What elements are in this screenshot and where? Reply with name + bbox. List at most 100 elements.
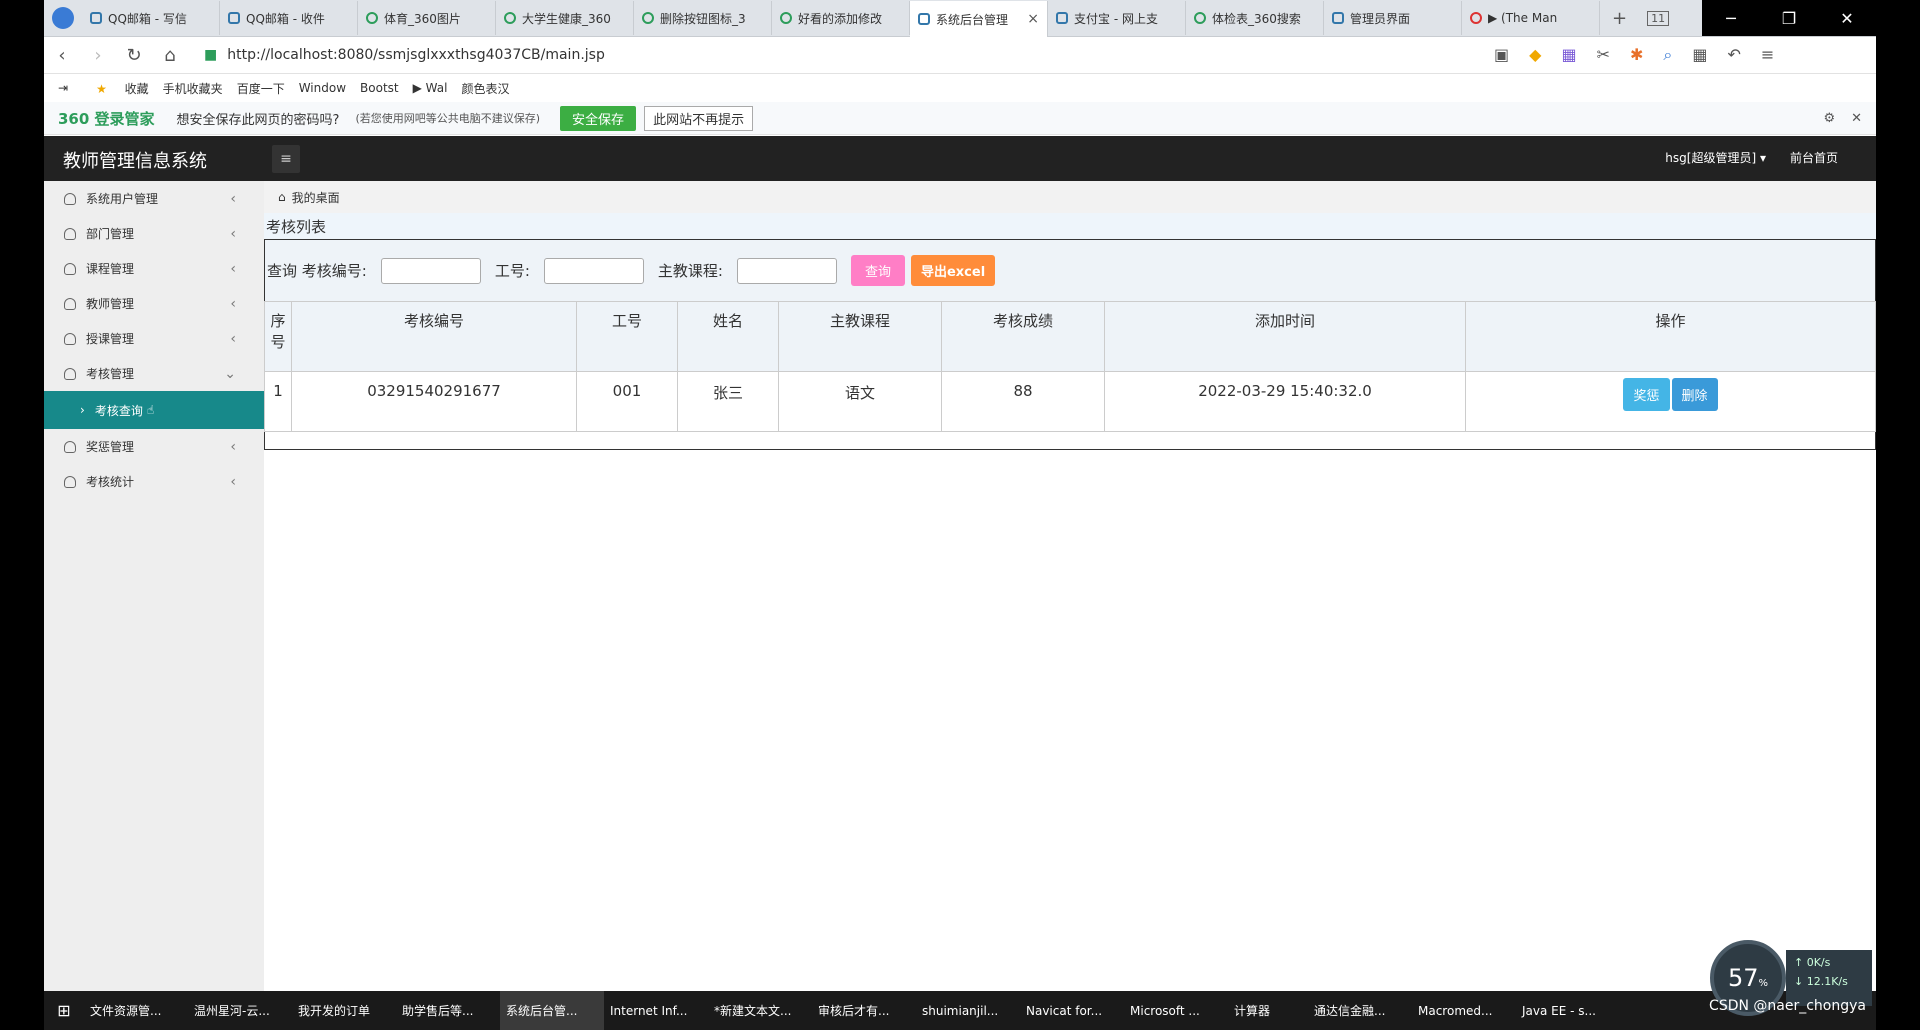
browser-tab-active[interactable]: 系统后台管理 × [910, 1, 1048, 37]
tab-favicon-icon [642, 12, 654, 24]
sidebar-item-departments[interactable]: 部门管理 ‹ [44, 216, 264, 251]
tab-close-icon[interactable]: × [1027, 11, 1039, 27]
reward-button[interactable]: 奖惩 [1623, 378, 1670, 411]
browser-tab[interactable]: 大学生健康_360 [496, 1, 634, 35]
user-icon [64, 297, 76, 310]
home-icon[interactable]: ⌂ [278, 190, 286, 204]
scissors-icon[interactable]: ✂ [1597, 45, 1610, 65]
translate-icon[interactable]: ▦ [1561, 45, 1576, 65]
taskbar-item[interactable]: Microsoft ... [1124, 991, 1228, 1030]
safe-save-button[interactable]: 安全保存 [560, 105, 637, 131]
browser-tab[interactable]: ▶ (The Man [1462, 1, 1600, 35]
taskbar-item[interactable]: Macromed... [1412, 991, 1516, 1030]
sidebar-toggle-button[interactable]: ≡ [272, 145, 300, 173]
browser-tab[interactable]: 管理员界面 [1324, 1, 1462, 35]
window-close-icon[interactable]: ✕ [1818, 0, 1876, 36]
user-menu[interactable]: hsg[超级管理员] ▾ [1665, 149, 1766, 166]
undo-icon[interactable]: ↶ [1727, 45, 1740, 65]
tab-favicon-icon [1194, 12, 1206, 24]
hand-cursor-icon: ☝ [146, 403, 155, 417]
browser-nav-icon[interactable] [52, 7, 74, 29]
user-icon [64, 227, 76, 240]
employee-id-input[interactable] [543, 257, 644, 284]
sidebar-subitem-assessment-query[interactable]: › 考核查询 ☝ [44, 391, 264, 429]
search-course-label: 主教课程: [657, 262, 723, 280]
taskbar-item[interactable]: 审核后才有... [812, 991, 916, 1030]
browser-tab[interactable]: 好看的添加修改 [772, 1, 910, 35]
delete-button[interactable]: 删除 [1671, 378, 1718, 411]
sidebar-item-rewards[interactable]: 奖惩管理 ‹ [44, 429, 264, 464]
taskbar-item[interactable]: *新建文本文... [708, 991, 812, 1030]
browser-tab[interactable]: 体检表_360搜索 [1186, 1, 1324, 35]
user-icon [64, 475, 76, 488]
bookmark-item[interactable]: 百度一下 [237, 80, 285, 97]
sidebar-item-teachers[interactable]: 教师管理 ‹ [44, 286, 264, 321]
taskbar-item[interactable]: 我开发的订单 [292, 991, 396, 1030]
browser-tab[interactable]: QQ邮箱 - 收件 [220, 1, 358, 35]
tab-count-badge[interactable]: 11 [1647, 10, 1670, 26]
bookmark-item[interactable]: ★ 收藏 [82, 80, 149, 97]
sidebar-item-assessment[interactable]: 考核管理 ⌄ [44, 356, 264, 391]
taskbar-item[interactable]: Navicat for... [1020, 991, 1124, 1030]
tab-favicon-icon [90, 12, 102, 24]
table-header-row: 序号 考核编号 工号 姓名 主教课程 考核成绩 添加时间 操作 [264, 301, 1876, 372]
taskbar-item-active[interactable]: 系统后台管... [500, 991, 604, 1030]
chevron-down-icon: ⌄ [224, 365, 236, 382]
main-content: ⌂ 我的桌面 考核列表 查询 考核编号: 工号: 主教课程: 查询 导出excel… [264, 181, 1876, 991]
restore-icon[interactable]: ❐ [1760, 0, 1818, 36]
reload-icon[interactable]: ↻ [116, 45, 152, 66]
bookmark-item[interactable]: 颜色表汉 [461, 80, 509, 97]
pwbar-close-icon[interactable]: ✕ [1851, 111, 1862, 126]
bookmark-item[interactable]: Bootst [360, 81, 399, 95]
bookmark-item[interactable]: Window [299, 81, 346, 95]
windows-start-icon[interactable]: ⊞ [44, 1001, 84, 1020]
taskbar-item[interactable]: Java EE - s... [1516, 991, 1620, 1030]
query-button[interactable]: 查询 [850, 255, 905, 286]
reading-mode-icon[interactable]: ▣ [1494, 45, 1509, 65]
never-remind-button[interactable]: 此网站不再提示 [644, 105, 754, 131]
game-icon[interactable]: ✱ [1630, 45, 1643, 65]
browser-tab[interactable]: 支付宝 - 网上支 [1048, 1, 1186, 35]
browser-tab[interactable]: 删除按钮图标_3 [634, 1, 772, 35]
password-question: 想安全保存此网页的密码吗? [176, 112, 340, 128]
browser-tab[interactable]: QQ邮箱 - 写信 [82, 1, 220, 35]
course-input[interactable] [736, 257, 837, 284]
front-page-link[interactable]: 前台首页 [1790, 149, 1838, 166]
menu-icon[interactable]: ≡ [1761, 45, 1774, 65]
taskbar-item[interactable]: 计算器 [1228, 991, 1308, 1030]
chevron-left-icon: ‹ [230, 295, 236, 312]
apps-icon[interactable]: ▦ [1692, 45, 1707, 65]
assessment-code-input[interactable] [380, 257, 481, 284]
new-tab-icon[interactable]: + [1612, 8, 1627, 29]
sidebar-item-courses[interactable]: 课程管理 ‹ [44, 251, 264, 286]
cell-added: 2022-03-29 15:40:32.0 [1104, 371, 1466, 432]
user-icon [64, 440, 76, 453]
tab-favicon-icon [780, 12, 792, 24]
taskbar-item[interactable]: 温州星河-云... [188, 991, 292, 1030]
sidebar-item-statistics[interactable]: 考核统计 ‹ [44, 464, 264, 499]
taskbar-item[interactable]: 通达信金融... [1308, 991, 1412, 1030]
forward-icon[interactable]: › [80, 45, 116, 66]
bookmark-item[interactable]: ▶ Wal [413, 81, 448, 95]
pwbar-settings-icon[interactable]: ⚙ [1823, 111, 1835, 126]
password-note: (若您使用网吧等公共电脑不建议保存) [355, 112, 541, 125]
sidebar-item-system-users[interactable]: 系统用户管理 ‹ [44, 181, 264, 216]
sidebar-item-teaching[interactable]: 授课管理 ‹ [44, 321, 264, 356]
shield-icon[interactable]: ◆ [1529, 45, 1541, 65]
taskbar-item[interactable]: Internet Inf... [604, 991, 708, 1030]
browser-tab-bar: QQ邮箱 - 写信 QQ邮箱 - 收件 体育_360图片 大学生健康_360 删… [44, 0, 1876, 37]
browser-tab[interactable]: 体育_360图片 [358, 1, 496, 35]
taskbar-item[interactable]: 助学售后等... [396, 991, 500, 1030]
sidebar-toggle-icon[interactable]: ⇥ [58, 81, 68, 95]
taskbar-item[interactable]: 文件资源管... [84, 991, 188, 1030]
secure-shield-icon: ■ [204, 47, 218, 63]
search-icon[interactable]: ⌕ [1663, 45, 1672, 65]
url-field[interactable]: ■ http://localhost:8080/ssmjsglxxxthsg40… [204, 41, 1474, 69]
bookmark-item[interactable]: 手机收藏夹 [163, 80, 223, 97]
export-excel-button[interactable]: 导出excel [910, 255, 996, 286]
minimize-icon[interactable]: ─ [1702, 0, 1760, 36]
taskbar-item[interactable]: shuimianjil... [916, 991, 1020, 1030]
back-icon[interactable]: ‹ [44, 45, 80, 66]
chevron-left-icon: ‹ [230, 260, 236, 277]
home-icon[interactable]: ⌂ [152, 45, 188, 66]
